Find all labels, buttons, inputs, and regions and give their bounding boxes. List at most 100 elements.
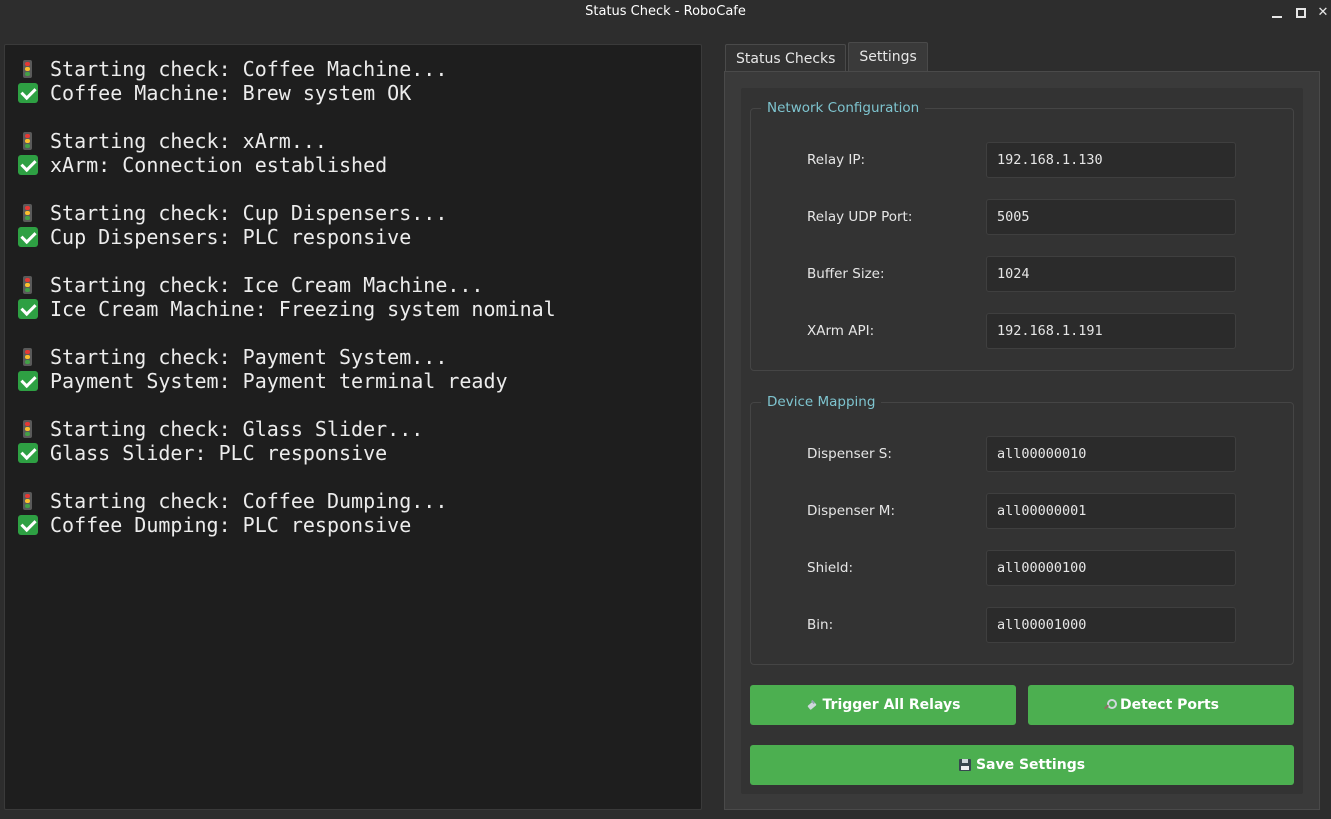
form-row-buffer-size: Buffer Size:: [751, 256, 1293, 292]
log-line-start: Starting check: Glass Slider...: [17, 417, 701, 441]
log-text: Starting check: Ice Cream Machine...: [50, 273, 484, 297]
traffic-light-icon: [17, 131, 39, 151]
traffic-light-icon: [17, 347, 39, 367]
form-row-relay-ip: Relay IP:: [751, 142, 1293, 178]
button-label: Trigger All Relays: [822, 697, 961, 713]
group-title: Device Mapping: [761, 393, 882, 411]
detect-ports-button[interactable]: Detect Ports: [1028, 685, 1294, 725]
traffic-light-icon: [17, 275, 39, 295]
title-bar: Status Check - RoboCafe ✕: [0, 0, 1331, 26]
check-mark-icon: [17, 299, 39, 319]
log-entry: Starting check: Cup Dispensers... Cup Di…: [17, 201, 701, 249]
log-text: Starting check: Glass Slider...: [50, 417, 424, 441]
field-label: XArm API:: [807, 323, 875, 339]
button-label: Save Settings: [975, 757, 1086, 773]
log-text: Starting check: Cup Dispensers...: [50, 201, 448, 225]
log-line-start: Starting check: Payment System...: [17, 345, 701, 369]
floppy-disk-icon: [958, 759, 971, 771]
field-label: Dispenser M:: [807, 503, 895, 519]
log-entry: Starting check: Coffee Dumping... Coffee…: [17, 489, 701, 537]
check-mark-icon: [17, 515, 39, 535]
check-mark-icon: [17, 227, 39, 247]
check-mark-icon: [17, 371, 39, 391]
form-row-relay-udp-port: Relay UDP Port:: [751, 199, 1293, 235]
button-label: Detect Ports: [1120, 697, 1219, 713]
log-line-result: Payment System: Payment terminal ready: [17, 369, 701, 393]
field-label: Relay IP:: [807, 152, 866, 168]
xarm-api-field[interactable]: [986, 313, 1236, 349]
traffic-light-icon: [17, 419, 39, 439]
maximize-icon: [1296, 8, 1306, 18]
dispenser-m-field[interactable]: [986, 493, 1236, 529]
field-label: Buffer Size:: [807, 266, 885, 282]
traffic-light-icon: [17, 491, 39, 511]
log-text: xArm: Connection established: [50, 153, 388, 177]
check-mark-icon: [17, 155, 39, 175]
log-line-start: Starting check: Cup Dispensers...: [17, 201, 701, 225]
network-configuration-group: Network Configuration Relay IP: Relay UD…: [750, 99, 1294, 371]
shield-field[interactable]: [986, 550, 1236, 586]
relay-udp-port-field[interactable]: [986, 199, 1236, 235]
log-text: Ice Cream Machine: Freezing system nomin…: [50, 297, 556, 321]
log-line-result: Glass Slider: PLC responsive: [17, 441, 701, 465]
form-row-dispenser-s: Dispenser S:: [751, 436, 1293, 472]
close-button[interactable]: ✕: [1314, 4, 1331, 22]
save-settings-button[interactable]: Save Settings: [750, 745, 1294, 785]
log-line-start: Starting check: Ice Cream Machine...: [17, 273, 701, 297]
log-text: Starting check: Coffee Dumping...: [50, 489, 448, 513]
check-mark-icon: [17, 443, 39, 463]
settings-panel: Network Configuration Relay IP: Relay UD…: [741, 88, 1303, 794]
traffic-light-icon: [17, 203, 39, 223]
field-label: Shield:: [807, 560, 854, 576]
log-text: Coffee Dumping: PLC responsive: [50, 513, 412, 537]
form-row-dispenser-m: Dispenser M:: [751, 493, 1293, 529]
maximize-button[interactable]: [1292, 4, 1310, 22]
log-entry: Starting check: Coffee Machine... Coffee…: [17, 57, 701, 105]
minimize-icon: [1272, 16, 1282, 18]
log-text: Coffee Machine: Brew system OK: [50, 81, 412, 105]
field-label: Bin:: [807, 617, 834, 633]
trigger-all-relays-button[interactable]: Trigger All Relays: [750, 685, 1016, 725]
magnifier-icon: [1103, 699, 1117, 711]
log-text: Starting check: Payment System...: [50, 345, 448, 369]
log-entry: Starting check: Payment System... Paymen…: [17, 345, 701, 393]
log-text: Starting check: xArm...: [50, 129, 327, 153]
traffic-light-icon: [17, 59, 39, 79]
log-entry: Starting check: Glass Slider... Glass Sl…: [17, 417, 701, 465]
tab-bar: Status Checks Settings: [725, 42, 930, 72]
log-entry: Starting check: Ice Cream Machine... Ice…: [17, 273, 701, 321]
close-icon: ✕: [1317, 5, 1329, 20]
tab-settings[interactable]: Settings: [848, 42, 928, 71]
form-row-shield: Shield:: [751, 550, 1293, 586]
dispenser-s-field[interactable]: [986, 436, 1236, 472]
check-mark-icon: [17, 83, 39, 103]
log-line-start: Starting check: xArm...: [17, 129, 701, 153]
status-log-console[interactable]: Starting check: Coffee Machine... Coffee…: [4, 44, 702, 810]
window-title: Status Check - RoboCafe: [585, 4, 746, 19]
bin-field[interactable]: [986, 607, 1236, 643]
log-line-result: Ice Cream Machine: Freezing system nomin…: [17, 297, 701, 321]
device-mapping-group: Device Mapping Dispenser S: Dispenser M:…: [750, 393, 1294, 665]
minimize-button[interactable]: [1268, 4, 1286, 22]
log-line-result: xArm: Connection established: [17, 153, 701, 177]
form-row-bin: Bin:: [751, 607, 1293, 643]
settings-pane: Network Configuration Relay IP: Relay UD…: [724, 71, 1320, 810]
tab-status-checks[interactable]: Status Checks: [725, 44, 847, 72]
log-text: Payment System: Payment terminal ready: [50, 369, 508, 393]
log-text: Cup Dispensers: PLC responsive: [50, 225, 412, 249]
log-line-result: Cup Dispensers: PLC responsive: [17, 225, 701, 249]
log-line-result: Coffee Dumping: PLC responsive: [17, 513, 701, 537]
field-label: Relay UDP Port:: [807, 209, 913, 225]
log-line-start: Starting check: Coffee Machine...: [17, 57, 701, 81]
buffer-size-field[interactable]: [986, 256, 1236, 292]
log-entry: Starting check: xArm... xArm: Connection…: [17, 129, 701, 177]
log-line-start: Starting check: Coffee Dumping...: [17, 489, 701, 513]
relay-ip-field[interactable]: [986, 142, 1236, 178]
field-label: Dispenser S:: [807, 446, 892, 462]
log-text: Glass Slider: PLC responsive: [50, 441, 388, 465]
log-line-result: Coffee Machine: Brew system OK: [17, 81, 701, 105]
plug-icon: [806, 699, 818, 711]
group-title: Network Configuration: [761, 99, 926, 117]
log-text: Starting check: Coffee Machine...: [50, 57, 448, 81]
form-row-xarm-api: XArm API:: [751, 313, 1293, 349]
